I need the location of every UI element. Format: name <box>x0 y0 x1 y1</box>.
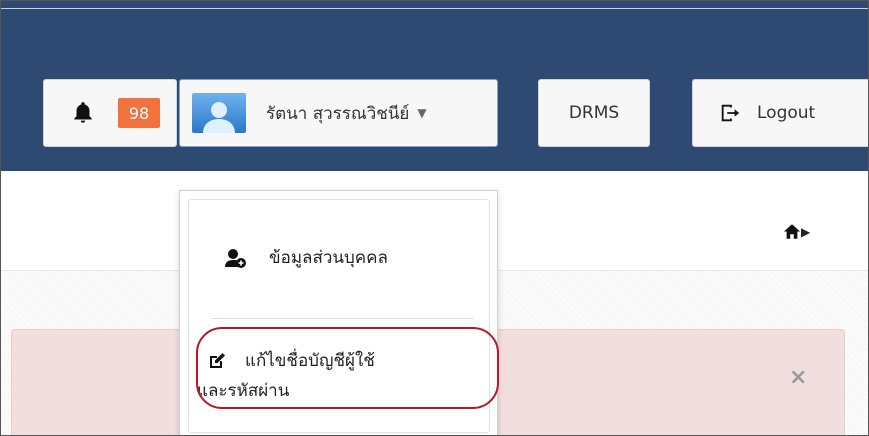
app-frame: 98 รัตนา สุวรรณวิชนีย์ ▼ DRMS Logout ▶ ×… <box>0 0 869 436</box>
logout-label: Logout <box>757 103 816 123</box>
notification-count-badge: 98 <box>118 98 160 128</box>
highlight-annotation <box>196 327 499 409</box>
user-add-icon <box>225 248 246 268</box>
top-navbar: 98 รัตนา สุวรรณวิชนีย์ ▼ DRMS Logout <box>1 1 868 171</box>
drms-label: DRMS <box>568 103 620 123</box>
menu-divider <box>211 318 473 319</box>
menu-item-profile-label: ข้อมูลส่วนบุคคล <box>269 248 388 268</box>
bell-icon <box>74 102 92 123</box>
user-name: รัตนา สุวรรณวิชนีย์ <box>266 103 410 124</box>
avatar <box>192 93 246 133</box>
user-avatar-icon <box>203 102 235 133</box>
topbar-divider <box>1 8 868 9</box>
logout-button[interactable]: Logout <box>692 79 868 147</box>
home-icon[interactable] <box>783 223 801 240</box>
logout-icon <box>721 104 740 122</box>
menu-item-profile[interactable]: ข้อมูลส่วนบุคคล <box>225 244 388 271</box>
drms-button[interactable]: DRMS <box>538 79 650 147</box>
user-menu-button[interactable]: รัตนา สุวรรณวิชนีย์ ▼ <box>179 79 498 147</box>
notifications-button[interactable]: 98 <box>43 79 177 147</box>
chevron-right-icon: ▶ <box>801 225 811 239</box>
close-icon[interactable]: × <box>789 365 807 390</box>
chevron-down-icon: ▼ <box>417 106 427 120</box>
